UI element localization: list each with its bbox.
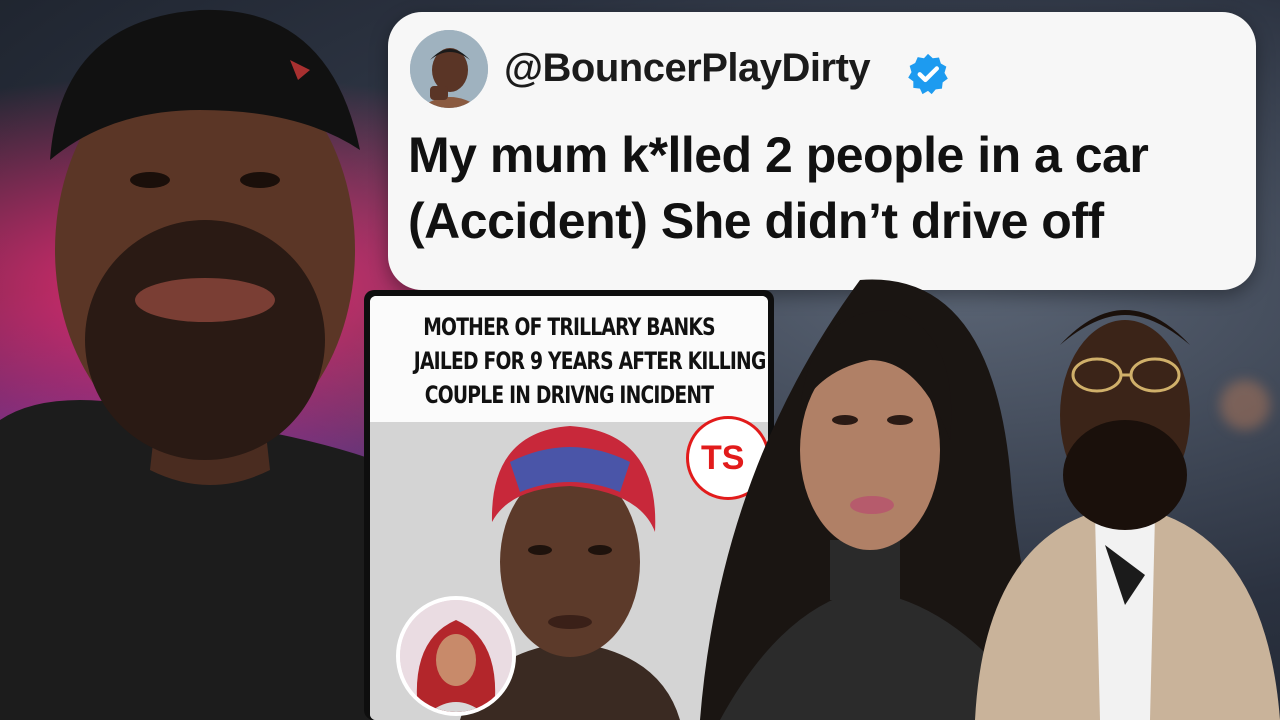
tweet-text-line-1: My mum k*lled 2 people in a car — [408, 127, 1149, 183]
verified-badge-icon — [908, 53, 948, 95]
man-right-photo — [975, 310, 1280, 720]
tweet-text: My mum k*lled 2 people in a car (Acciden… — [408, 122, 1248, 254]
tweet-text-line-2: (Accident) She didn’t drive off — [408, 193, 1104, 249]
inset-avatar — [396, 596, 516, 716]
tweet-avatar — [410, 30, 488, 108]
tweet-handle: @BouncerPlayDirty — [504, 46, 871, 90]
man-left-photo — [0, 9, 400, 720]
tweet-card: @BouncerPlayDirty My mum k*lled 2 people… — [388, 12, 1256, 290]
